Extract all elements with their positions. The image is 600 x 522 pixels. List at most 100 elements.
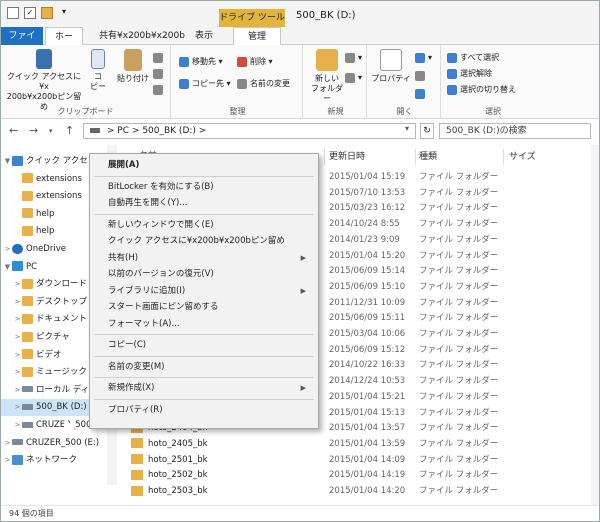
address-dropdown-icon[interactable]: ▾ <box>405 124 409 133</box>
expander-icon[interactable]: > <box>13 311 22 328</box>
up-button[interactable]: ↑ <box>65 124 74 137</box>
tab-view[interactable]: 表示 <box>189 27 219 45</box>
easy-access-button[interactable]: ▾ <box>345 71 362 85</box>
tab-file[interactable]: ファイル <box>1 27 43 59</box>
row-type: ファイル フォルダー <box>419 313 499 324</box>
expander-icon[interactable]: > <box>13 276 22 293</box>
copy-to-button[interactable]: コピー先 ▾ <box>179 77 231 91</box>
invert-selection-button[interactable]: 選択の切り替え <box>447 83 516 97</box>
open-group: プロパティ ▾ 開く <box>369 45 441 119</box>
table-row[interactable]: hoto_2501_bk 2015/01/04 14:09 ファイル フォルダー <box>119 452 589 469</box>
properties-button[interactable]: プロパティ <box>371 45 411 84</box>
list-scrollbar[interactable] <box>591 145 599 505</box>
menu-item[interactable]: 新規作成(X) ▶ <box>90 380 318 397</box>
expander-icon[interactable]: ▼ <box>3 153 12 170</box>
menu-item[interactable]: コピー(C) <box>90 337 318 354</box>
properties-qa-icon[interactable]: ✓ <box>24 7 36 19</box>
table-row[interactable]: hoto_2503_bk 2015/01/04 14:20 ファイル フォルダー <box>119 483 589 500</box>
expander-icon[interactable]: > <box>3 452 12 469</box>
edit-button[interactable] <box>415 69 428 83</box>
delete-button[interactable]: 削除 ▾ <box>237 55 273 69</box>
expander-icon[interactable]: > <box>13 364 22 381</box>
menu-item[interactable]: BitLocker を有効にする(B) <box>90 179 318 196</box>
expander-icon[interactable]: > <box>13 399 22 416</box>
select-all-button[interactable]: すべて選択 <box>447 51 499 65</box>
folder-icon <box>22 225 33 236</box>
sidebar-item-label: help <box>36 208 55 219</box>
new-folder-button[interactable]: 新しい フォルダー <box>309 45 345 104</box>
tab-share[interactable]: 共有¥x200b¥x200b <box>93 27 191 45</box>
menu-item[interactable]: プロパティ(R) <box>90 402 318 419</box>
sidebar-item[interactable]: > CRUZER_500 (E:) <box>1 435 107 452</box>
select-none-button[interactable]: 選択解除 <box>447 67 492 81</box>
net-icon <box>12 454 23 465</box>
col-date[interactable]: 更新日時 <box>329 149 365 165</box>
sidebar-item-label: extensions <box>36 173 82 184</box>
invert-selection-icon <box>447 84 457 95</box>
col-sep-3[interactable] <box>503 149 504 165</box>
table-row[interactable]: hoto_2405_bk 2015/01/04 13:59 ファイル フォルダー <box>119 436 589 453</box>
menu-separator <box>94 355 314 357</box>
menu-item[interactable]: ライブラリに追加(I) ▶ <box>90 283 318 300</box>
sidebar-item[interactable]: > ネットワーク <box>1 452 107 469</box>
expander-icon[interactable]: > <box>13 347 22 364</box>
forward-button[interactable]: → <box>29 124 38 137</box>
paste-shortcut-button[interactable] <box>153 83 166 97</box>
pin-quick-access-button[interactable]: クイック アクセスに¥x 200b¥x200bピン留め <box>5 45 83 112</box>
menu-item[interactable]: フォーマット(A)... <box>90 316 318 333</box>
expander-icon[interactable]: > <box>3 435 12 452</box>
col-sep-2[interactable] <box>415 149 416 165</box>
menu-item[interactable]: スタート画面にピン留めする <box>90 299 318 316</box>
col-size[interactable]: サイズ <box>509 149 536 165</box>
menu-item[interactable]: 名前の変更(M) <box>90 359 318 376</box>
move-to-icon <box>179 56 189 67</box>
paste-button[interactable]: 貼り付け <box>113 45 153 84</box>
breadcrumb-drive[interactable]: 500_BK (D:) <box>142 126 196 136</box>
open-button[interactable]: ▾ <box>415 51 432 65</box>
row-date: 2015/01/04 13:57 <box>329 423 406 434</box>
expander-icon[interactable]: > <box>13 329 22 346</box>
rename-button[interactable]: 名前の変更 <box>237 77 290 91</box>
breadcrumb-pc[interactable]: PC <box>117 126 129 136</box>
menu-item[interactable]: 新しいウィンドウで開く(E) <box>90 217 318 234</box>
qa-dropdown-icon[interactable]: ▾ <box>58 7 70 19</box>
move-to-button[interactable]: 移動先 ▾ <box>179 55 223 69</box>
sidebar-item-label: ビデオ <box>36 349 62 360</box>
tab-manage[interactable]: 管理 <box>233 27 281 45</box>
row-date: 2015/01/04 15:20 <box>329 250 406 261</box>
col-sep-1[interactable] <box>324 149 325 165</box>
expander-icon[interactable]: > <box>13 294 22 311</box>
expander-icon[interactable]: > <box>3 241 12 258</box>
menu-item[interactable]: 共有(H) ▶ <box>90 250 318 267</box>
menu-item[interactable]: クイック アクセスに¥x200b¥x200bピン留め <box>90 233 318 250</box>
refresh-button[interactable]: ↻ <box>420 123 434 139</box>
breadcrumb-sep-1: > <box>106 126 115 136</box>
row-date: 2015/06/09 15:11 <box>329 313 406 324</box>
search-input[interactable]: 500_BK (D:)の検索 <box>439 123 591 139</box>
col-type[interactable]: 種類 <box>419 149 437 165</box>
copy-label-2: ピー <box>90 82 106 91</box>
clipboard-icon <box>124 49 142 71</box>
recent-locations-button[interactable]: ▾ <box>49 127 53 135</box>
cut-button[interactable] <box>153 51 166 65</box>
expander-icon[interactable]: ▼ <box>3 259 12 276</box>
submenu-arrow-icon: ▶ <box>300 286 306 295</box>
new-folder-qa-icon[interactable] <box>41 7 53 19</box>
expander-icon[interactable]: > <box>13 382 22 399</box>
menu-item[interactable]: 以前のバージョンの復元(V) <box>90 266 318 283</box>
tab-home[interactable]: ホーム <box>45 27 83 60</box>
menu-item[interactable]: 展開(A) <box>90 157 318 174</box>
copy-button[interactable]: コ ピー <box>87 45 109 92</box>
drive-icon <box>22 403 33 410</box>
select-none-label: 選択解除 <box>460 69 492 78</box>
table-row[interactable]: hoto_2502_bk 2015/01/04 14:19 ファイル フォルダー <box>119 467 589 484</box>
menu-item[interactable]: 自動再生を開く(Y)... <box>90 195 318 212</box>
copy-path-button[interactable] <box>153 67 166 81</box>
address-bar[interactable]: > PC > 500_BK (D:) > <box>83 123 416 139</box>
folder-icon <box>131 438 143 449</box>
history-icon <box>415 88 425 99</box>
history-button[interactable] <box>415 87 428 101</box>
new-item-button[interactable]: ▾ <box>345 51 362 65</box>
expander-icon[interactable]: > <box>13 417 22 434</box>
back-button[interactable]: ← <box>9 124 18 137</box>
